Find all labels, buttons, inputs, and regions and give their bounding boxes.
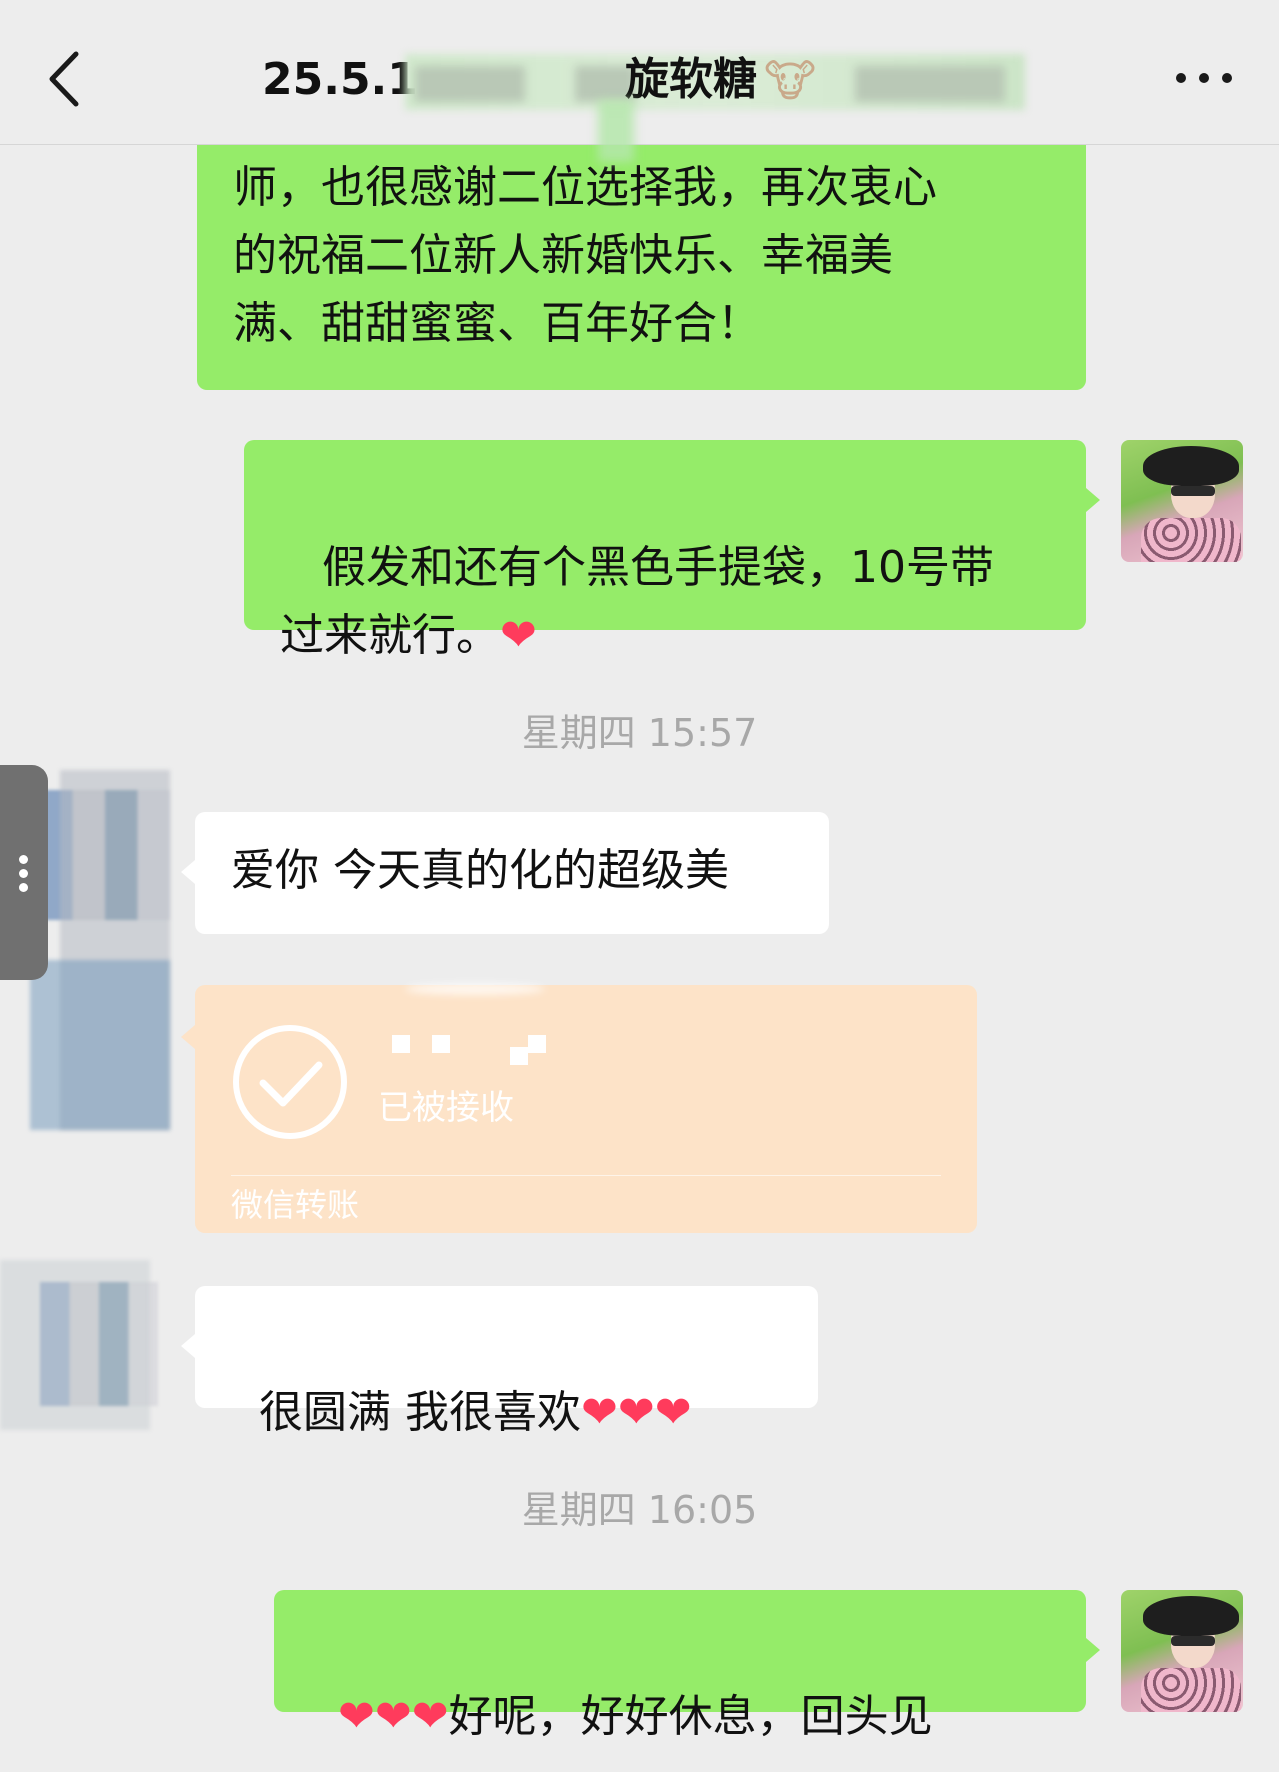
message-bubble-outgoing[interactable]: 师，也很感谢二位选择我，再次衷心 的祝福二位新人新婚快乐、幸福美 满、甜甜蜜蜜、…	[197, 130, 1086, 390]
message-bubble-incoming[interactable]: 爱你 今天真的化的超级美	[195, 812, 829, 934]
redaction-smudge	[598, 100, 634, 162]
chat-title-suffix: 旋软糖	[625, 54, 757, 105]
redaction-smudge	[405, 983, 545, 995]
avatar-pixelation	[0, 1260, 150, 1430]
avatar-pixelation	[30, 960, 170, 1130]
my-avatar[interactable]	[1121, 440, 1243, 562]
check-circle-icon	[231, 1023, 349, 1141]
bubble-tail	[181, 1025, 195, 1049]
message-bubble-outgoing[interactable]: 假发和还有个黑色手提袋，10号带 过来就行。❤	[244, 440, 1086, 661]
chat-title: 25.5.1	[262, 54, 418, 105]
transfer-label: 微信转账	[231, 1186, 360, 1224]
heart-emoji: ❤	[500, 610, 537, 661]
heart-emojis: ❤❤❤	[337, 1691, 449, 1742]
divider	[231, 1175, 941, 1176]
heart-emojis: ❤❤❤	[580, 1387, 692, 1438]
bubble-tail	[1086, 488, 1100, 512]
transfer-amount-masked	[390, 1035, 570, 1065]
bubble-tail	[181, 860, 195, 884]
timestamp: 星期四 16:05	[521, 1488, 758, 1532]
message-bubble-outgoing[interactable]: ❤❤❤好呢，好好休息，回头见	[274, 1590, 1086, 1742]
transfer-status: 已被接收	[378, 1088, 514, 1128]
bubble-tail	[181, 1334, 195, 1358]
message-text: 好呢，好好休息，回头见	[448, 1691, 933, 1742]
chat-header: 25.5.1 旋软糖 🐮	[0, 0, 1279, 145]
message-text: 很圆满 我很喜欢	[258, 1387, 581, 1438]
message-text: 假发和还有个黑色手提袋，10号带 过来就行。	[280, 542, 994, 661]
more-dots-icon[interactable]	[1169, 58, 1239, 98]
cow-emoji: 🐮	[764, 56, 817, 107]
wechat-transfer-card[interactable]: 已被接收 微信转账	[181, 983, 977, 1233]
bubble-tail	[1086, 1638, 1100, 1662]
side-handle-dots-icon[interactable]	[0, 765, 48, 980]
my-avatar[interactable]	[1121, 1590, 1243, 1712]
back-chevron-icon[interactable]	[40, 44, 90, 114]
message-bubble-incoming[interactable]: 很圆满 我很喜欢❤❤❤	[195, 1286, 818, 1438]
timestamp: 星期四 15:57	[521, 711, 758, 755]
